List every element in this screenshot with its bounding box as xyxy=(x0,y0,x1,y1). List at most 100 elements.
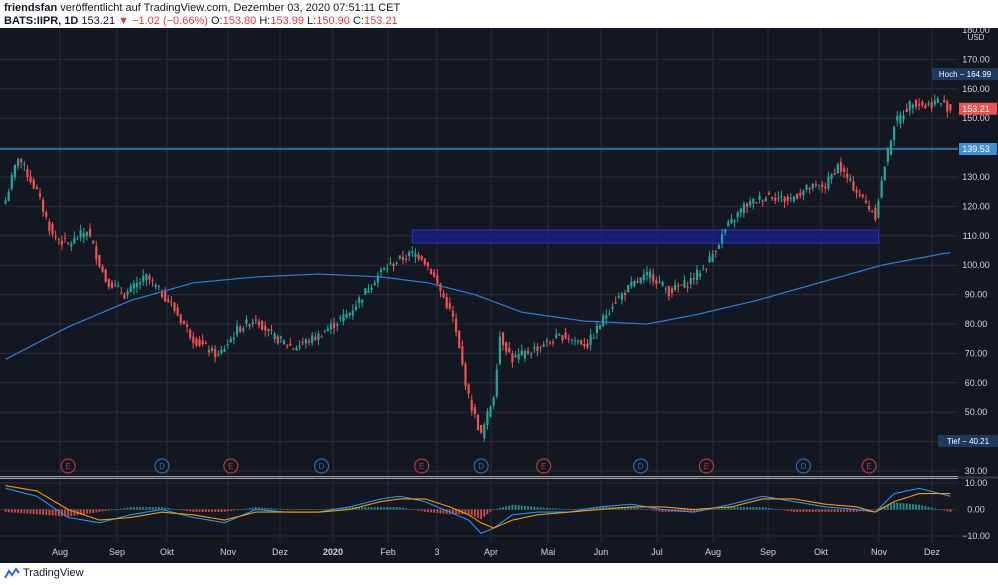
macd-histogram-bar xyxy=(721,508,723,510)
macd-histogram-bar xyxy=(517,505,520,510)
macd-histogram-bar xyxy=(314,509,317,511)
candle xyxy=(207,350,211,353)
price-tick-label: 170.00 xyxy=(962,54,990,64)
candle xyxy=(914,99,918,107)
macd-histogram-bar xyxy=(301,509,304,511)
candle xyxy=(148,275,151,280)
candle xyxy=(358,297,361,304)
candle xyxy=(257,321,261,326)
symbol-label[interactable]: BATS:IIPR, 1D xyxy=(4,15,78,27)
macd-histogram-bar xyxy=(154,507,157,510)
low-label: Tief − 40.21 xyxy=(947,437,990,446)
candle xyxy=(699,273,702,277)
candle xyxy=(339,317,342,320)
macd-histogram-bar xyxy=(489,509,492,512)
candle xyxy=(73,237,76,244)
candle xyxy=(792,196,796,202)
event-marker-label: D xyxy=(319,462,325,471)
macd-histogram-bar xyxy=(101,509,104,512)
candle xyxy=(796,193,799,199)
candle xyxy=(564,332,567,339)
candle xyxy=(142,275,145,282)
high-label: Hoch − 164.99 xyxy=(939,70,992,79)
candle xyxy=(267,328,270,332)
macd-histogram-bar xyxy=(136,507,138,510)
candle xyxy=(927,103,930,105)
tradingview-logo[interactable]: TradingView xyxy=(4,567,84,579)
macd-histogram-bar xyxy=(267,508,270,510)
candle xyxy=(511,353,514,363)
macd-histogram-bar xyxy=(799,509,802,512)
candle xyxy=(736,212,739,218)
candle xyxy=(855,190,858,193)
footer: TradingView xyxy=(0,563,998,585)
candle xyxy=(295,347,298,351)
candle xyxy=(92,240,95,244)
candle xyxy=(157,285,160,287)
macd-histogram-bar xyxy=(439,509,442,514)
candle xyxy=(323,331,326,333)
macd-histogram-bar xyxy=(755,507,758,510)
candle xyxy=(304,339,308,344)
publication-line: friendsfan veröffentlicht auf TradingVie… xyxy=(4,2,400,14)
candle xyxy=(307,340,311,343)
macd-histogram-bar xyxy=(201,509,204,512)
macd-pane[interactable] xyxy=(0,479,958,542)
price-pane[interactable] xyxy=(0,28,958,476)
candle xyxy=(783,197,786,202)
resistance-zone[interactable] xyxy=(411,229,879,244)
candle xyxy=(298,345,301,348)
macd-histogram-bar xyxy=(839,509,842,512)
macd-histogram-bar xyxy=(502,507,504,510)
macd-histogram-bar xyxy=(570,509,573,510)
candle xyxy=(805,184,808,190)
candle xyxy=(567,338,570,340)
price-chart[interactable]: 30.0040.0050.0060.0070.0080.0090.00100.0… xyxy=(0,28,998,563)
candle xyxy=(542,344,545,347)
macd-histogram-bar xyxy=(761,507,764,510)
macd-histogram-bar xyxy=(32,509,35,515)
macd-histogram-bar xyxy=(749,507,752,510)
candle xyxy=(54,236,57,238)
candle xyxy=(680,284,683,286)
candle xyxy=(404,258,408,260)
time-tick-label: Aug xyxy=(705,547,721,557)
candle xyxy=(270,329,273,332)
candle xyxy=(79,230,82,238)
candle xyxy=(373,282,376,286)
macd-histogram-bar xyxy=(473,509,476,517)
macd-histogram-bar xyxy=(92,509,95,513)
candle xyxy=(526,350,530,354)
macd-histogram-bar xyxy=(401,507,404,510)
candle xyxy=(814,184,817,186)
macd-histogram-bar xyxy=(642,509,645,510)
candle xyxy=(517,354,520,360)
author-name[interactable]: friendsfan xyxy=(4,2,57,14)
candle xyxy=(501,332,505,345)
candle xyxy=(764,198,767,201)
candle xyxy=(858,194,861,196)
candle xyxy=(210,347,214,352)
candle xyxy=(135,282,139,288)
macd-histogram-bar xyxy=(311,509,314,511)
time-axis[interactable] xyxy=(0,542,998,563)
macd-histogram-bar xyxy=(874,509,877,511)
macd-histogram-bar xyxy=(536,507,539,510)
candle xyxy=(896,115,899,121)
candle xyxy=(811,183,814,189)
chart-header: friendsfan veröffentlicht auf TradingVie… xyxy=(0,0,998,28)
macd-histogram-bar xyxy=(204,509,207,512)
macd-histogram-bar xyxy=(4,509,7,512)
macd-histogram-bar xyxy=(42,509,45,515)
candle xyxy=(555,334,558,339)
candle xyxy=(846,173,849,179)
time-tick-label: Okt xyxy=(814,547,829,557)
macd-histogram-bar xyxy=(7,509,10,513)
candle xyxy=(777,197,780,199)
candle xyxy=(824,186,827,189)
macd-histogram-bar xyxy=(777,509,780,511)
candle xyxy=(849,178,852,181)
macd-histogram-bar xyxy=(843,509,845,512)
time-tick-label: 3 xyxy=(434,547,439,557)
macd-histogram-bar xyxy=(380,507,382,510)
